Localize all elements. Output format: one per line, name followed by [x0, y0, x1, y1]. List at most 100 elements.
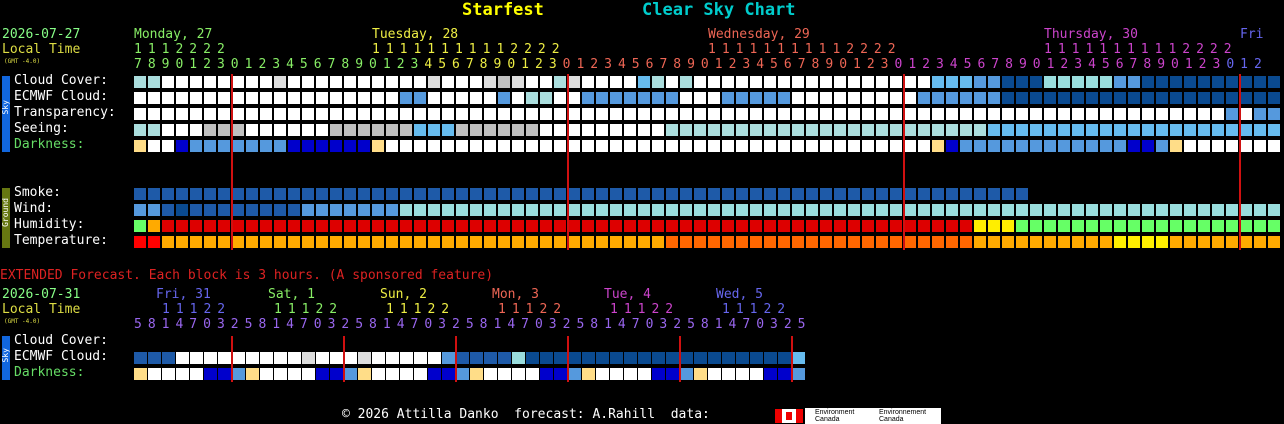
ext-cell-ecmwf[interactable]	[246, 352, 259, 364]
ext-cell-dark[interactable]	[218, 368, 231, 380]
ext-cell-ecmwf[interactable]	[134, 352, 147, 364]
ext-cell-ecmwf[interactable]	[596, 352, 609, 364]
ext-cell-ecmwf[interactable]	[260, 352, 273, 364]
ext-cell-dark[interactable]	[302, 368, 315, 380]
ext-cell-ecmwf[interactable]	[526, 352, 539, 364]
ext-cell-dark[interactable]	[638, 368, 651, 380]
ext-cell-ecmwf[interactable]	[204, 352, 217, 364]
ext-cell-ecmwf[interactable]	[764, 352, 777, 364]
ext-cell-dark[interactable]	[694, 368, 707, 380]
ext-cell-dark[interactable]	[484, 368, 497, 380]
ext-cell-dark[interactable]	[456, 368, 469, 380]
ext-cell-ecmwf[interactable]	[582, 352, 595, 364]
ext-cell-ecmwf[interactable]	[554, 352, 567, 364]
ext-cell-dark[interactable]	[260, 368, 273, 380]
ext-cell-ecmwf[interactable]	[358, 352, 371, 364]
ext-cell-dark[interactable]	[414, 368, 427, 380]
ext-cell-ecmwf[interactable]	[484, 352, 497, 364]
ext-cell-ecmwf[interactable]	[638, 352, 651, 364]
ext-cell-ecmwf[interactable]	[792, 352, 805, 364]
ext-cell-ecmwf[interactable]	[680, 352, 693, 364]
ext-cell-dark[interactable]	[554, 368, 567, 380]
ext-cell-dark[interactable]	[470, 368, 483, 380]
ext-cell-ecmwf[interactable]	[274, 352, 287, 364]
ext-cell-ecmwf[interactable]	[162, 352, 175, 364]
ext-cell-dark[interactable]	[498, 368, 511, 380]
ext-cell-ecmwf[interactable]	[568, 352, 581, 364]
ext-cell-dark[interactable]	[358, 368, 371, 380]
ext-cell-ecmwf[interactable]	[372, 352, 385, 364]
ext-cell-ecmwf[interactable]	[148, 352, 161, 364]
ext-cell-ecmwf[interactable]	[456, 352, 469, 364]
ext-midnight-line	[791, 336, 793, 382]
ext-cell-dark[interactable]	[764, 368, 777, 380]
ext-cell-ecmwf[interactable]	[750, 352, 763, 364]
ext-cell-dark[interactable]	[344, 368, 357, 380]
ext-cell-dark[interactable]	[652, 368, 665, 380]
ext-cell-ecmwf[interactable]	[778, 352, 791, 364]
ext-cell-ecmwf[interactable]	[288, 352, 301, 364]
ext-cell-dark[interactable]	[680, 368, 693, 380]
ext-cell-ecmwf[interactable]	[540, 352, 553, 364]
ext-cell-dark[interactable]	[596, 368, 609, 380]
ext-cell-ecmwf[interactable]	[232, 352, 245, 364]
ext-cell-dark[interactable]	[428, 368, 441, 380]
ext-cell-ecmwf[interactable]	[666, 352, 679, 364]
ext-cell-dark[interactable]	[722, 368, 735, 380]
ext-cell-dark[interactable]	[162, 368, 175, 380]
ext-cell-dark[interactable]	[148, 368, 161, 380]
ext-cell-ecmwf[interactable]	[736, 352, 749, 364]
extended-forecast-grid[interactable]	[0, 0, 1284, 424]
ext-cell-dark[interactable]	[134, 368, 147, 380]
ext-cell-dark[interactable]	[666, 368, 679, 380]
ext-cell-dark[interactable]	[204, 368, 217, 380]
ext-cell-ecmwf[interactable]	[624, 352, 637, 364]
ext-cell-dark[interactable]	[512, 368, 525, 380]
ext-cell-dark[interactable]	[330, 368, 343, 380]
ext-cell-ecmwf[interactable]	[652, 352, 665, 364]
ext-cell-ecmwf[interactable]	[386, 352, 399, 364]
ext-cell-dark[interactable]	[246, 368, 259, 380]
environment-canada-logo[interactable]: Environment Canada Environnement Canada	[805, 408, 941, 424]
ext-cell-dark[interactable]	[442, 368, 455, 380]
ext-cell-ecmwf[interactable]	[190, 352, 203, 364]
ext-cell-dark[interactable]	[386, 368, 399, 380]
ext-cell-dark[interactable]	[190, 368, 203, 380]
ext-cell-dark[interactable]	[610, 368, 623, 380]
ext-cell-dark[interactable]	[778, 368, 791, 380]
ext-cell-ecmwf[interactable]	[428, 352, 441, 364]
ext-cell-ecmwf[interactable]	[302, 352, 315, 364]
ext-cell-dark[interactable]	[568, 368, 581, 380]
ext-cell-dark[interactable]	[736, 368, 749, 380]
ext-cell-ecmwf[interactable]	[694, 352, 707, 364]
ext-cell-ecmwf[interactable]	[442, 352, 455, 364]
ext-cell-ecmwf[interactable]	[330, 352, 343, 364]
ext-cell-dark[interactable]	[540, 368, 553, 380]
ext-cell-dark[interactable]	[288, 368, 301, 380]
ext-cell-ecmwf[interactable]	[316, 352, 329, 364]
ext-cell-ecmwf[interactable]	[610, 352, 623, 364]
ext-cell-dark[interactable]	[582, 368, 595, 380]
ext-cell-dark[interactable]	[750, 368, 763, 380]
ext-cell-dark[interactable]	[526, 368, 539, 380]
ext-cell-ecmwf[interactable]	[414, 352, 427, 364]
ext-cell-dark[interactable]	[274, 368, 287, 380]
footer-credits[interactable]: © 2026 Attilla Danko forecast: A.Rahill …	[342, 407, 710, 423]
ext-cell-ecmwf[interactable]	[512, 352, 525, 364]
ext-cell-ecmwf[interactable]	[470, 352, 483, 364]
ext-cell-dark[interactable]	[232, 368, 245, 380]
ext-cell-ecmwf[interactable]	[498, 352, 511, 364]
ext-cell-ecmwf[interactable]	[722, 352, 735, 364]
ext-cell-ecmwf[interactable]	[708, 352, 721, 364]
ext-cell-ecmwf[interactable]	[400, 352, 413, 364]
ext-cell-dark[interactable]	[400, 368, 413, 380]
ext-cell-dark[interactable]	[316, 368, 329, 380]
ext-cell-dark[interactable]	[372, 368, 385, 380]
ext-cell-ecmwf[interactable]	[218, 352, 231, 364]
ext-cell-dark[interactable]	[792, 368, 805, 380]
ext-cell-dark[interactable]	[708, 368, 721, 380]
ext-cell-dark[interactable]	[176, 368, 189, 380]
ext-cell-ecmwf[interactable]	[176, 352, 189, 364]
ext-cell-dark[interactable]	[624, 368, 637, 380]
ext-cell-ecmwf[interactable]	[344, 352, 357, 364]
